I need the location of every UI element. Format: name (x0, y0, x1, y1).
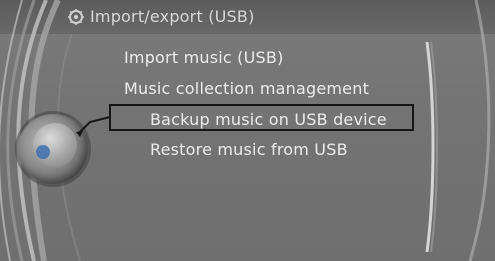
idrive-screen: Import/export (USB) Import music (USB) M… (0, 0, 495, 261)
scrollbar[interactable] (421, 42, 441, 252)
